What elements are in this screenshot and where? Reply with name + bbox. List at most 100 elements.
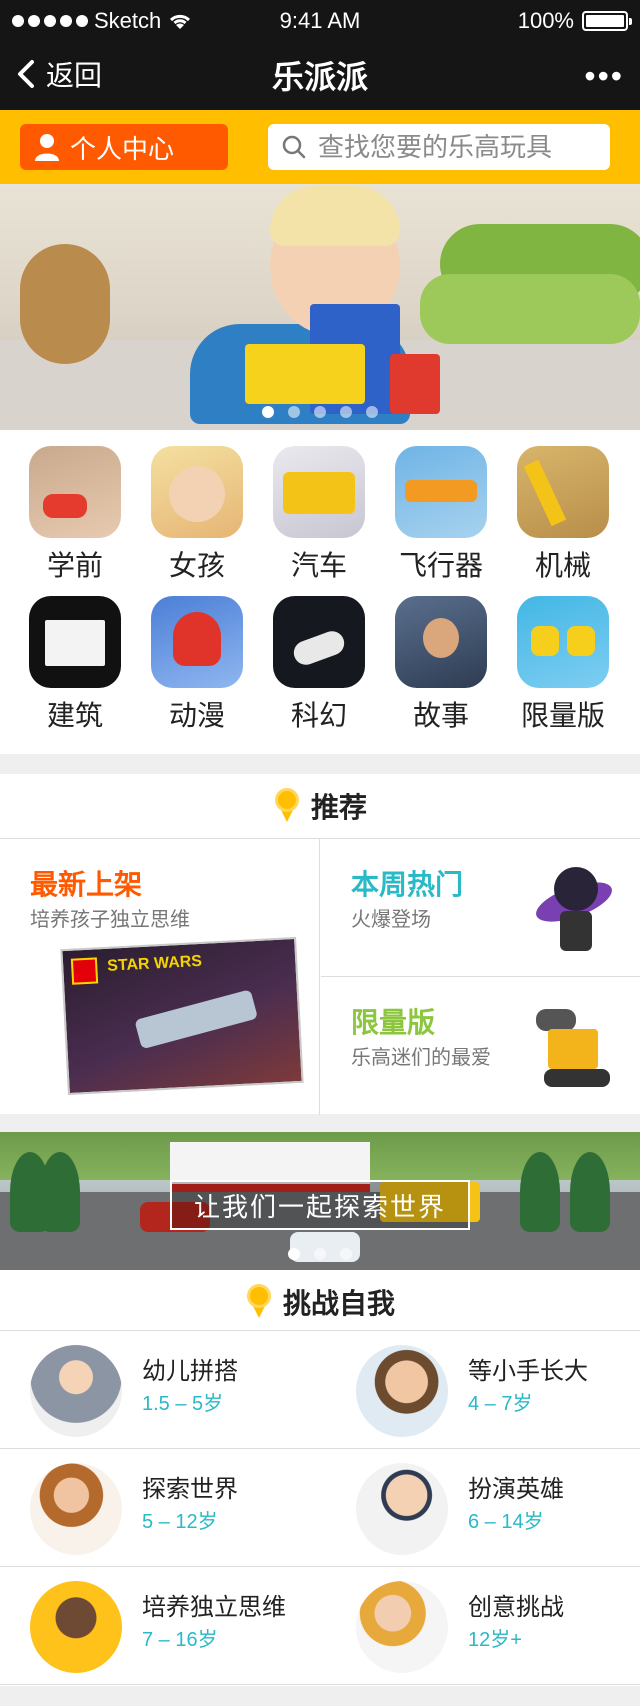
avatar xyxy=(30,1345,122,1437)
card-subtitle: 火爆登场 xyxy=(351,909,431,931)
pager-dot[interactable] xyxy=(340,406,352,418)
anime-icon xyxy=(151,596,243,688)
search-icon xyxy=(282,135,306,159)
category-machinery[interactable]: 机械 xyxy=(502,446,624,584)
challenge-item[interactable]: 等小手长大 4 – 7岁 xyxy=(326,1331,640,1449)
box-brand: STAR WARS xyxy=(106,952,203,975)
category-girls[interactable]: 女孩 xyxy=(136,446,258,584)
pager-dot[interactable] xyxy=(288,1248,300,1260)
card-title: 本周热门 xyxy=(351,869,464,900)
avatar xyxy=(30,1463,122,1555)
story-icon xyxy=(395,596,487,688)
challenge-age: 7 – 16岁 xyxy=(142,1629,218,1651)
avatar xyxy=(356,1345,448,1437)
challenge-name: 等小手长大 xyxy=(468,1358,588,1385)
challenge-age: 5 – 12岁 xyxy=(142,1511,218,1533)
search-box[interactable] xyxy=(268,124,610,170)
category-cars[interactable]: 汽车 xyxy=(258,446,380,584)
category-label: 故事 xyxy=(412,700,469,731)
category-grid: 学前 女孩 汽车 飞行器 机械 建筑 动漫 科幻 故事 限量版 xyxy=(0,430,640,754)
award-ribbon-icon xyxy=(273,788,301,824)
pager-dot[interactable] xyxy=(366,406,378,418)
category-label: 科幻 xyxy=(290,700,347,731)
category-label: 汽车 xyxy=(290,550,347,581)
minifigure-image xyxy=(531,857,617,957)
award-ribbon-icon xyxy=(245,1284,273,1320)
user-icon xyxy=(35,134,59,161)
limited-edition-icon xyxy=(517,596,609,688)
more-options-button[interactable]: ••• xyxy=(584,58,624,95)
challenge-age: 1.5 – 5岁 xyxy=(142,1393,224,1415)
category-scifi[interactable]: 科幻 xyxy=(258,596,380,734)
category-label: 学前 xyxy=(46,550,103,581)
aircraft-icon xyxy=(395,446,487,538)
banner-pager xyxy=(0,406,640,418)
challenge-item[interactable]: 扮演英雄 6 – 14岁 xyxy=(326,1449,640,1567)
category-architecture[interactable]: 建筑 xyxy=(14,596,136,734)
profile-center-button[interactable]: 个人中心 xyxy=(20,124,228,170)
category-story[interactable]: 故事 xyxy=(380,596,502,734)
cars-icon xyxy=(273,446,365,538)
banner-pager xyxy=(0,1248,640,1260)
pager-dot[interactable] xyxy=(314,1248,326,1260)
product-image: STAR WARS xyxy=(60,936,304,1096)
card-subtitle: 乐高迷们的最爱 xyxy=(351,1047,491,1069)
scifi-icon xyxy=(273,596,365,688)
challenge-age: 6 – 14岁 xyxy=(468,1511,544,1533)
search-input[interactable] xyxy=(318,131,588,163)
category-anime[interactable]: 动漫 xyxy=(136,596,258,734)
challenge-item[interactable]: 培养独立思维 7 – 16岁 xyxy=(0,1567,320,1685)
challenge-row: 幼儿拼搭 1.5 – 5岁 等小手长大 4 – 7岁 xyxy=(0,1331,640,1449)
preschool-icon xyxy=(29,446,121,538)
robot-image xyxy=(534,995,614,1095)
pager-dot[interactable] xyxy=(340,1248,352,1260)
page-title: 乐派派 xyxy=(271,59,368,95)
architecture-icon xyxy=(29,596,121,688)
navigation-bar: 返回 乐派派 ••• xyxy=(0,40,640,110)
card-subtitle: 培养孩子独立思维 xyxy=(30,909,190,931)
explore-cta-button[interactable]: 让我们一起探索世界 xyxy=(170,1180,470,1230)
search-bar-area: 个人中心 xyxy=(0,110,640,184)
profile-center-label: 个人中心 xyxy=(70,133,175,164)
recommend-header: 推荐 xyxy=(0,774,640,838)
category-label: 动漫 xyxy=(168,700,225,731)
challenge-name: 扮演英雄 xyxy=(468,1476,564,1503)
category-label: 建筑 xyxy=(46,700,103,731)
challenge-item[interactable]: 幼儿拼搭 1.5 – 5岁 xyxy=(0,1331,320,1449)
challenge-header: 挑战自我 xyxy=(0,1270,640,1334)
avatar xyxy=(30,1581,122,1673)
category-label: 机械 xyxy=(534,550,591,581)
battery-percent: 100% xyxy=(517,8,574,33)
challenge-age: 4 – 7岁 xyxy=(468,1393,533,1415)
hero-banner[interactable] xyxy=(0,184,640,430)
card-title: 最新上架 xyxy=(30,869,143,900)
challenge-name: 探索世界 xyxy=(142,1476,238,1503)
pager-dot[interactable] xyxy=(262,406,274,418)
challenge-name: 培养独立思维 xyxy=(142,1594,286,1621)
challenge-list: 幼儿拼搭 1.5 – 5岁 等小手长大 4 – 7岁 探索世界 5 – 12岁 … xyxy=(0,1330,640,1686)
limited-edition-card[interactable]: 限量版 乐高迷们的最爱 xyxy=(321,977,640,1115)
pager-dot[interactable] xyxy=(314,406,326,418)
challenge-name: 幼儿拼搭 xyxy=(142,1358,238,1385)
weekly-hot-card[interactable]: 本周热门 火爆登场 xyxy=(321,839,640,977)
challenge-name: 创意挑战 xyxy=(468,1594,564,1621)
category-aircraft[interactable]: 飞行器 xyxy=(380,446,502,584)
new-arrivals-card[interactable]: 最新上架 培养孩子独立思维 STAR WARS xyxy=(0,839,320,1115)
challenge-item[interactable]: 创意挑战 12岁+ xyxy=(326,1567,640,1685)
challenge-row: 探索世界 5 – 12岁 扮演英雄 6 – 14岁 xyxy=(0,1449,640,1567)
pager-dot[interactable] xyxy=(288,406,300,418)
category-preschool[interactable]: 学前 xyxy=(14,446,136,584)
avatar xyxy=(356,1463,448,1555)
category-limited-edition[interactable]: 限量版 xyxy=(502,596,624,734)
avatar xyxy=(356,1581,448,1673)
girls-icon xyxy=(151,446,243,538)
battery-info: 100% xyxy=(517,8,632,34)
challenge-item[interactable]: 探索世界 5 – 12岁 xyxy=(0,1449,320,1567)
challenge-age: 12岁+ xyxy=(468,1629,522,1651)
machinery-icon xyxy=(517,446,609,538)
lego-logo-icon xyxy=(70,957,99,985)
explore-banner[interactable]: 让我们一起探索世界 xyxy=(0,1132,640,1270)
card-title: 限量版 xyxy=(351,1007,436,1038)
top-bar: Sketch 9:41 AM 100% 返回 乐派派 ••• xyxy=(0,0,640,110)
category-label: 女孩 xyxy=(168,550,225,581)
